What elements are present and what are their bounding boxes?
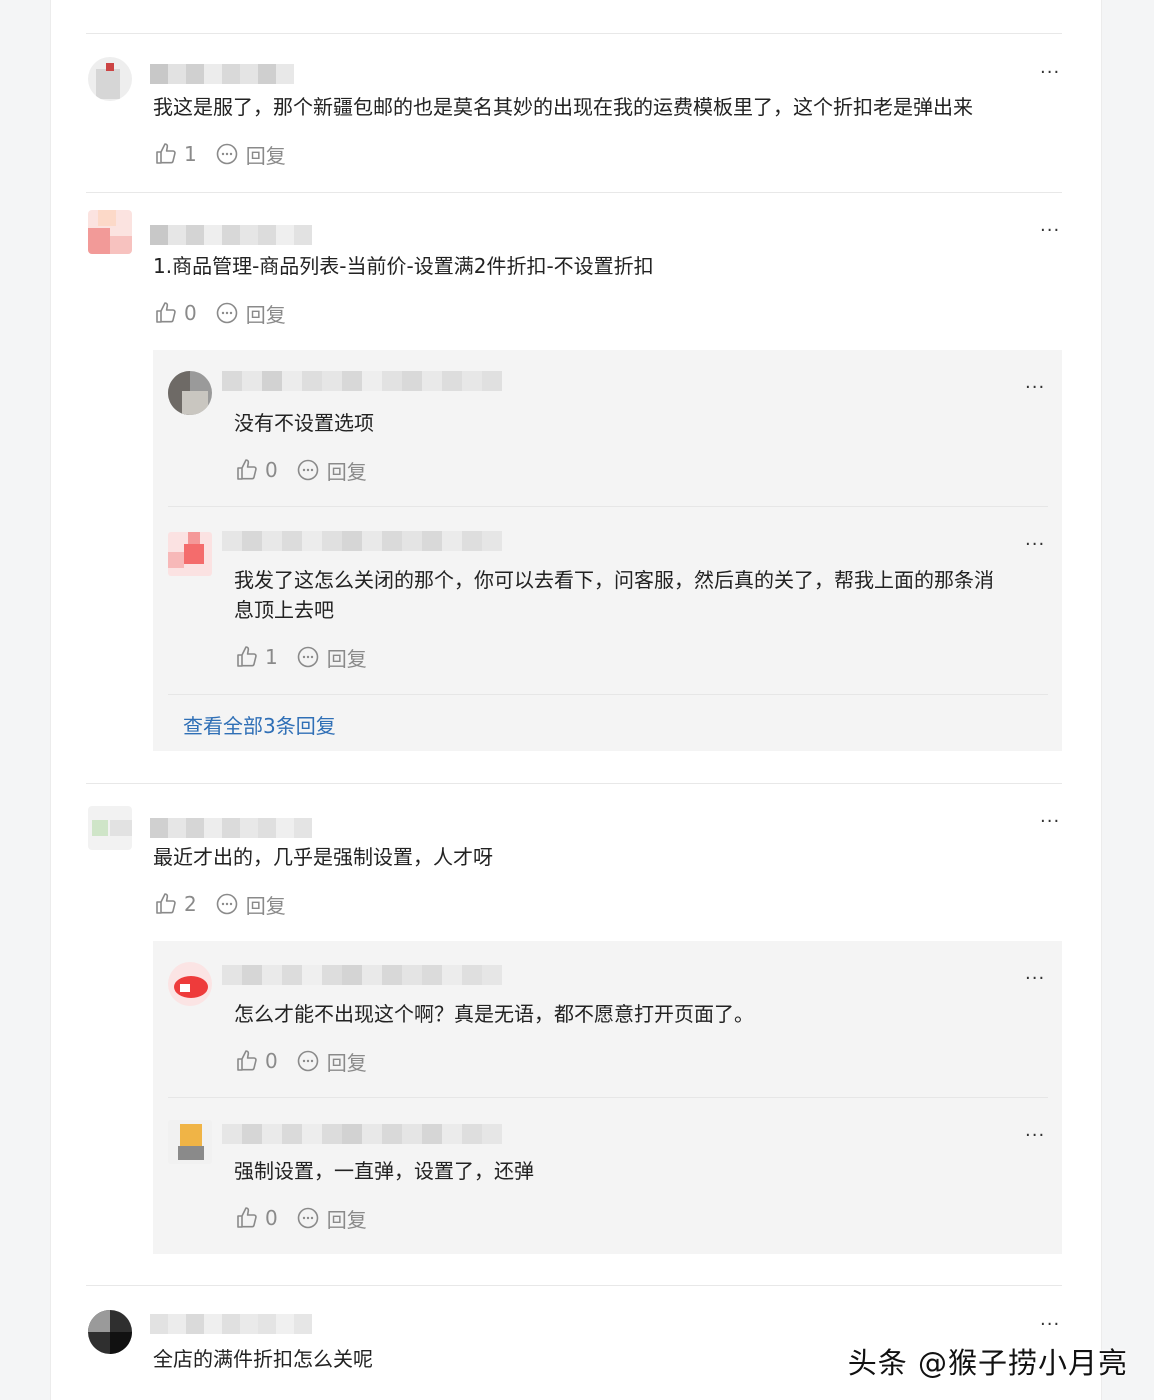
comment-actions: 2 回复: [154, 890, 286, 919]
more-dots-icon[interactable]: ···: [1040, 64, 1060, 82]
thumb-up-icon[interactable]: [235, 1049, 259, 1073]
divider: [86, 1285, 1062, 1286]
comment-bubble-icon[interactable]: [296, 1049, 320, 1073]
divider: [168, 1097, 1048, 1098]
reply-button[interactable]: 回复: [246, 890, 286, 919]
username-blurred[interactable]: [222, 965, 512, 987]
like-count: 0: [265, 1206, 278, 1230]
username-blurred[interactable]: [222, 1124, 512, 1146]
reply-actions: 0 回复: [235, 456, 367, 485]
more-dots-icon[interactable]: ···: [1025, 536, 1045, 554]
reply-text: 强制设置，一直弹，设置了，还弹: [234, 1159, 534, 1183]
comment-bubble-icon[interactable]: [215, 142, 239, 166]
avatar[interactable]: [88, 57, 132, 101]
thumb-up-icon[interactable]: [235, 645, 259, 669]
like-count: 0: [265, 458, 278, 482]
username-blurred[interactable]: [222, 531, 512, 553]
more-dots-icon[interactable]: ···: [1025, 970, 1045, 988]
more-dots-icon[interactable]: ···: [1025, 1127, 1045, 1145]
avatar[interactable]: [88, 1310, 132, 1354]
username-blurred[interactable]: [150, 225, 314, 245]
watermark: 头条 @猴子捞小月亮: [847, 1346, 1128, 1380]
thumb-up-icon[interactable]: [235, 1206, 259, 1230]
avatar[interactable]: [168, 371, 212, 415]
view-all-replies-link[interactable]: 查看全部3条回复: [183, 710, 336, 739]
thumb-up-icon[interactable]: [235, 458, 259, 482]
comment-bubble-icon[interactable]: [296, 458, 320, 482]
like-count: 1: [184, 142, 197, 166]
reply-actions: 0 回复: [235, 1204, 367, 1233]
username-blurred[interactable]: [150, 818, 314, 838]
comment-bubble-icon[interactable]: [215, 892, 239, 916]
reply-text: 没有不设置选项: [234, 411, 374, 435]
username-blurred[interactable]: [150, 64, 296, 84]
avatar[interactable]: [168, 1120, 212, 1164]
comment-actions: 1 回复: [154, 140, 286, 169]
comment-text: 1.商品管理-商品列表-当前价-设置满2件折扣-不设置折扣: [153, 254, 654, 278]
like-count: 0: [265, 1049, 278, 1073]
comment-bubble-icon[interactable]: [215, 301, 239, 325]
like-count: 2: [184, 892, 197, 916]
comment-actions: 0 回复: [154, 299, 286, 328]
divider: [168, 694, 1048, 695]
reply-text-line-2: 息顶上去吧: [234, 598, 334, 622]
divider: [86, 33, 1062, 34]
comment-text: 最近才出的，几乎是强制设置，人才呀: [153, 845, 493, 869]
more-dots-icon[interactable]: ···: [1040, 222, 1060, 240]
reply-text: 怎么才能不出现这个啊？真是无语，都不愿意打开页面了。: [234, 1002, 754, 1026]
thumb-up-icon[interactable]: [154, 301, 178, 325]
username-blurred[interactable]: [150, 1314, 314, 1334]
more-dots-icon[interactable]: ···: [1025, 379, 1045, 397]
reply-button[interactable]: 回复: [327, 1047, 367, 1076]
more-dots-icon[interactable]: ···: [1040, 1316, 1060, 1334]
thumb-up-icon[interactable]: [154, 892, 178, 916]
comment-bubble-icon[interactable]: [296, 1206, 320, 1230]
reply-button[interactable]: 回复: [327, 456, 367, 485]
comment-text: 我这是服了，那个新疆包邮的也是莫名其妙的出现在我的运费模板里了，这个折扣老是弹出…: [153, 95, 973, 119]
reply-text-line-1: 我发了这怎么关闭的那个，你可以去看下，问客服，然后真的关了，帮我上面的那条消: [234, 568, 994, 592]
avatar[interactable]: [88, 210, 132, 254]
username-blurred[interactable]: [222, 371, 512, 393]
reply-button[interactable]: 回复: [246, 140, 286, 169]
avatar[interactable]: [168, 532, 212, 576]
avatar[interactable]: [88, 806, 132, 850]
like-count: 0: [184, 301, 197, 325]
like-count: 1: [265, 645, 278, 669]
comment-bubble-icon[interactable]: [296, 645, 320, 669]
divider: [86, 783, 1062, 784]
reply-button[interactable]: 回复: [246, 299, 286, 328]
divider: [168, 506, 1048, 507]
reply-button[interactable]: 回复: [327, 1204, 367, 1233]
divider: [86, 192, 1062, 193]
reply-button[interactable]: 回复: [327, 643, 367, 672]
thumb-up-icon[interactable]: [154, 142, 178, 166]
more-dots-icon[interactable]: ···: [1040, 813, 1060, 831]
reply-actions: 1 回复: [235, 643, 367, 672]
comment-text: 全店的满件折扣怎么关呢: [153, 1347, 373, 1371]
reply-actions: 0 回复: [235, 1047, 367, 1076]
avatar[interactable]: [168, 962, 212, 1006]
